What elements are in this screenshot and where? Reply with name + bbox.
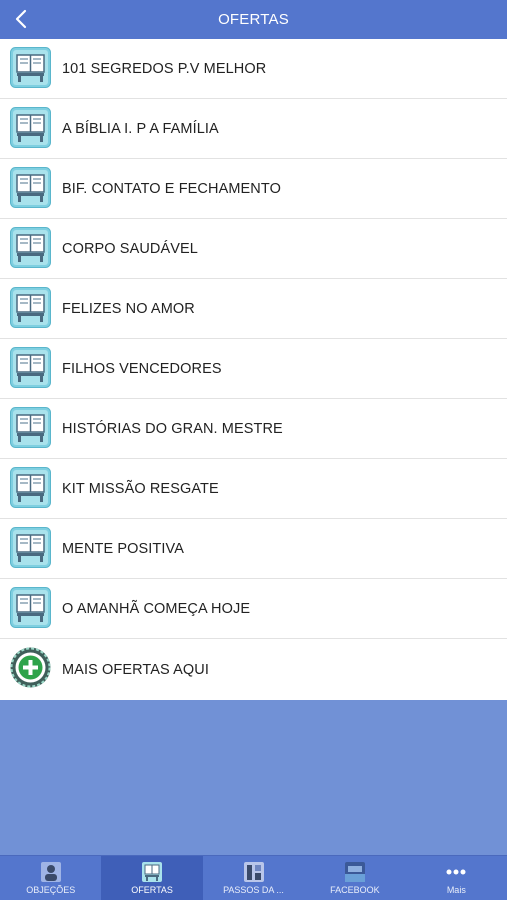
book-stand-icon — [10, 527, 51, 568]
list-item-label: FELIZES NO AMOR — [62, 300, 195, 317]
list-item[interactable]: FILHOS VENCEDORES — [0, 339, 507, 399]
book-stand-icon — [10, 227, 51, 268]
book-stand-icon — [10, 347, 51, 388]
tab-label: Mais — [446, 885, 466, 895]
tab-label: OFERTAS — [131, 885, 173, 895]
book-stand-icon — [10, 587, 51, 628]
list-item[interactable]: MENTE POSITIVA — [0, 519, 507, 579]
book-stand-icon — [10, 407, 51, 448]
facebook-icon — [344, 862, 365, 882]
book-stand-icon — [10, 467, 51, 508]
tab-bar: OBJEÇÕES OFERTAS PASSOS DA ... FACEBOOK — [0, 855, 507, 900]
tab-mais[interactable]: Mais — [406, 856, 507, 900]
page-title: OFERTAS — [218, 11, 289, 28]
book-stand-icon — [10, 167, 51, 208]
tab-label: OBJEÇÕES — [26, 885, 76, 895]
list-item[interactable]: A BÍBLIA I. P A FAMÍLIA — [0, 99, 507, 159]
add-circle-icon — [10, 647, 51, 688]
tab-facebook[interactable]: FACEBOOK — [304, 856, 405, 900]
offers-list: 101 SEGREDOS P.V MELHOR A BÍBLIA I. P A … — [0, 39, 507, 700]
list-item-label: BIF. CONTATO E FECHAMENTO — [62, 180, 281, 197]
tab-label: PASSOS DA ... — [223, 885, 284, 895]
list-item-label: O AMANHÃ COMEÇA HOJE — [62, 600, 251, 617]
book-stand-icon — [10, 47, 51, 88]
list-item[interactable]: FELIZES NO AMOR — [0, 279, 507, 339]
list-item[interactable]: KIT MISSÃO RESGATE — [0, 459, 507, 519]
navigation-bar: OFERTAS — [0, 0, 507, 39]
list-item-label: HISTÓRIAS DO GRAN. MESTRE — [62, 420, 283, 437]
list-item[interactable]: CORPO SAUDÁVEL — [0, 219, 507, 279]
person-icon — [40, 862, 61, 882]
list-item-label: KIT MISSÃO RESGATE — [62, 480, 219, 497]
list-item[interactable]: MAIS OFERTAS AQUI — [0, 639, 507, 700]
tab-passos[interactable]: PASSOS DA ... — [203, 856, 304, 900]
back-button[interactable] — [10, 6, 32, 32]
list-item[interactable]: HISTÓRIAS DO GRAN. MESTRE — [0, 399, 507, 459]
tab-label: FACEBOOK — [330, 885, 380, 895]
book-stand-icon — [10, 107, 51, 148]
steps-icon — [243, 862, 264, 882]
list-item-label: FILHOS VENCEDORES — [62, 360, 222, 377]
list-item[interactable]: O AMANHÃ COMEÇA HOJE — [0, 579, 507, 639]
list-item-label: MAIS OFERTAS AQUI — [62, 661, 209, 678]
list-item-label: 101 SEGREDOS P.V MELHOR — [62, 60, 267, 77]
tab-objecoes[interactable]: OBJEÇÕES — [0, 856, 101, 900]
list-item[interactable]: 101 SEGREDOS P.V MELHOR — [0, 39, 507, 99]
chevron-left-icon — [15, 9, 27, 29]
list-item-label: A BÍBLIA I. P A FAMÍLIA — [62, 120, 219, 137]
more-dots-icon — [446, 869, 466, 875]
book-stand-icon — [10, 287, 51, 328]
book-stand-icon — [142, 862, 163, 882]
list-item-label: MENTE POSITIVA — [62, 540, 184, 557]
tab-ofertas[interactable]: OFERTAS — [101, 856, 203, 900]
list-item-label: CORPO SAUDÁVEL — [62, 240, 198, 257]
list-item[interactable]: BIF. CONTATO E FECHAMENTO — [0, 159, 507, 219]
